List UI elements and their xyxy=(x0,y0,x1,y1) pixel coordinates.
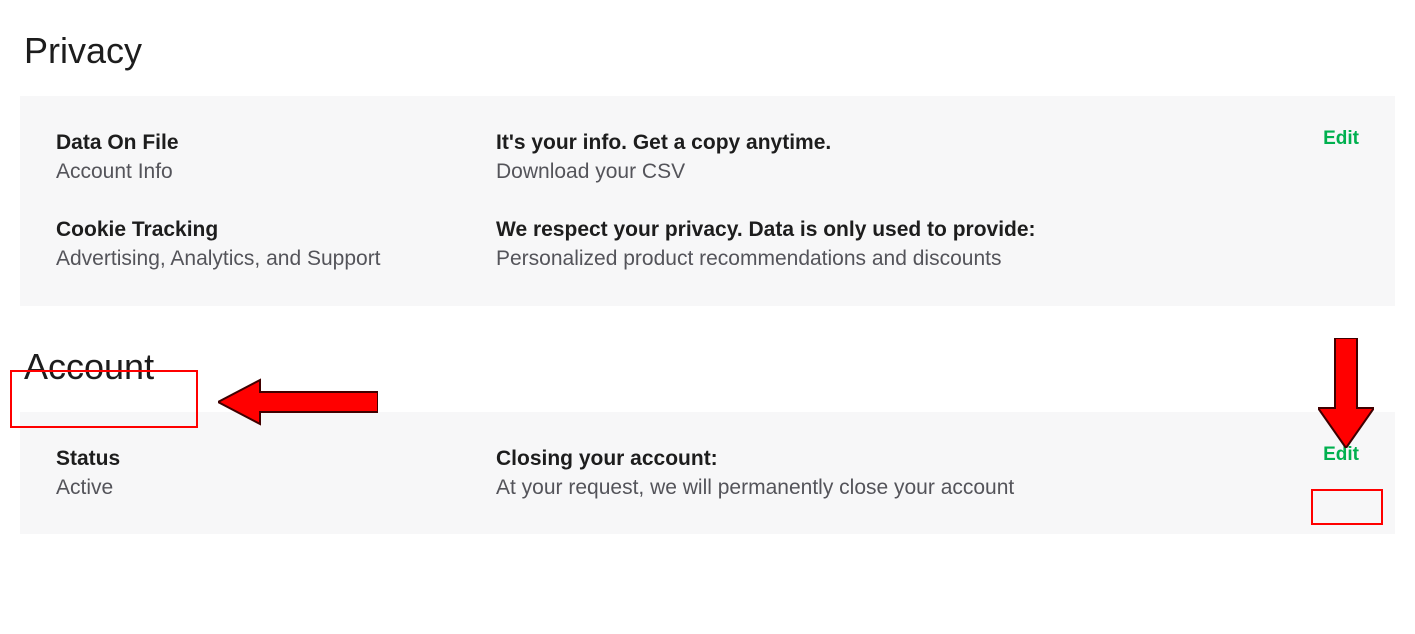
cookie-tracking-desc-bold: We respect your privacy. Data is only us… xyxy=(496,215,1279,244)
account-row-status: Status Active Closing your account: At y… xyxy=(56,444,1359,503)
data-on-file-edit-button[interactable]: Edit xyxy=(1323,128,1359,149)
closing-account-desc-sub: At your request, we will permanently clo… xyxy=(496,473,1279,502)
status-label: Status xyxy=(56,444,496,473)
privacy-section-title: Privacy xyxy=(20,30,1395,72)
privacy-panel: Data On File Account Info It's your info… xyxy=(20,96,1395,306)
status-sub: Active xyxy=(56,473,496,502)
data-on-file-label: Data On File xyxy=(56,128,496,157)
privacy-row-data-on-file: Data On File Account Info It's your info… xyxy=(56,128,1359,187)
data-on-file-sub: Account Info xyxy=(56,157,496,186)
cookie-tracking-label: Cookie Tracking xyxy=(56,215,496,244)
cookie-tracking-sub: Advertising, Analytics, and Support xyxy=(56,244,496,273)
account-section-title: Account xyxy=(20,346,1395,388)
cookie-tracking-desc-sub: Personalized product recommendations and… xyxy=(496,244,1279,273)
closing-account-desc-bold: Closing your account: xyxy=(496,444,1279,473)
data-on-file-desc-bold: It's your info. Get a copy anytime. xyxy=(496,128,1279,157)
privacy-row-cookie-tracking: Cookie Tracking Advertising, Analytics, … xyxy=(56,215,1359,274)
data-on-file-desc-sub: Download your CSV xyxy=(496,157,1279,186)
account-status-edit-button[interactable]: Edit xyxy=(1323,444,1359,465)
account-panel: Status Active Closing your account: At y… xyxy=(20,412,1395,535)
